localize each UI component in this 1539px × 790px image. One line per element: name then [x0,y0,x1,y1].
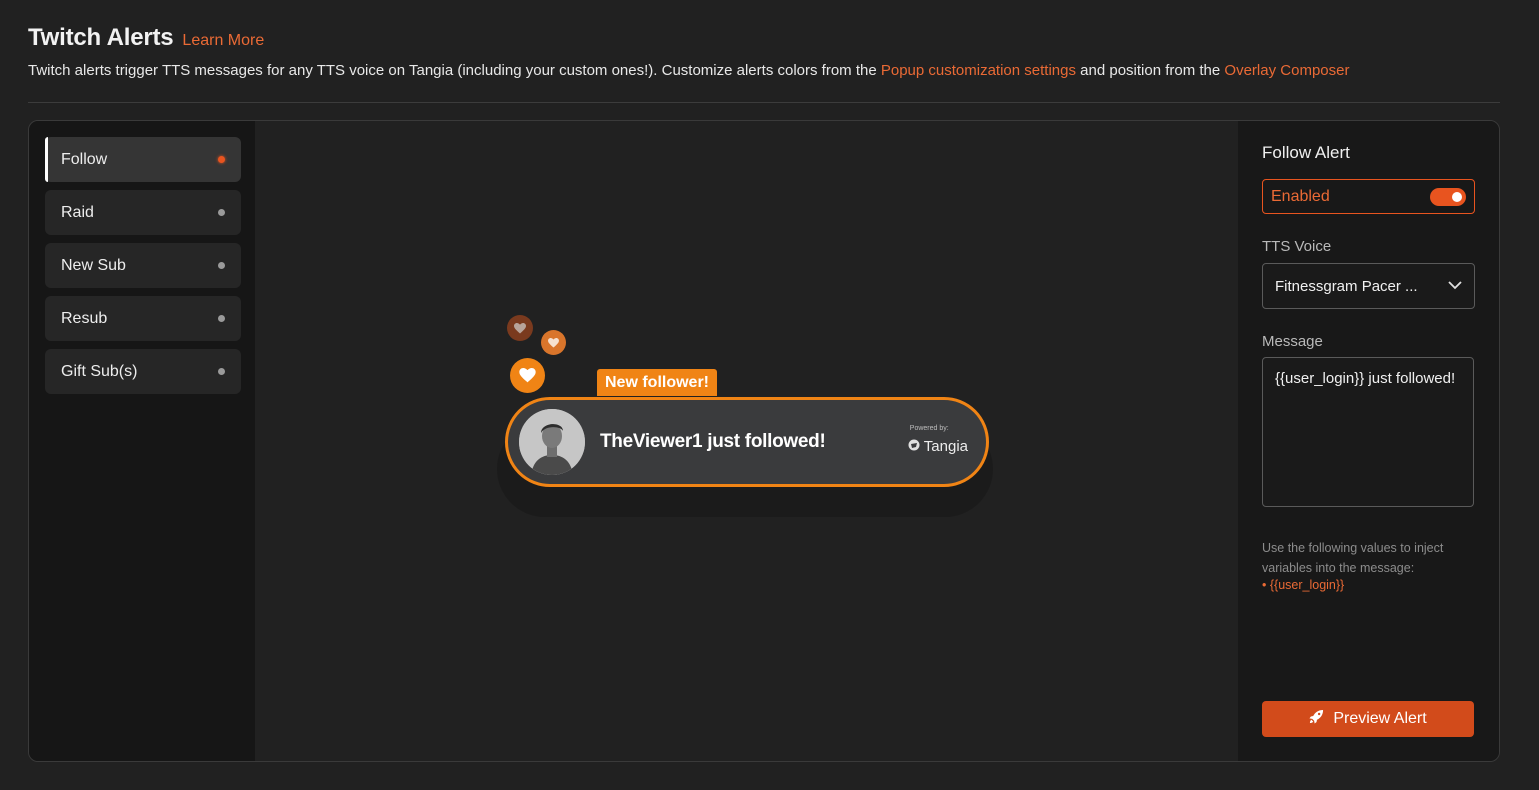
overlay-composer-link[interactable]: Overlay Composer [1224,62,1349,79]
sidebar-item-label: Follow [61,150,108,168]
enabled-toggle-row[interactable]: Enabled [1262,179,1475,214]
alert-settings-panel: Follow Alert Enabled TTS Voice Fitnessgr… [1238,121,1499,761]
tts-voice-select[interactable]: Fitnessgram Pacer ... [1262,263,1475,309]
status-dot-disabled [218,368,225,375]
avatar [519,409,585,475]
message-textarea[interactable]: {{user_login}} just followed! [1262,357,1474,507]
settings-title: Follow Alert [1262,143,1350,162]
sidebar-item-label: Resub [61,309,108,327]
sidebar-item-resub[interactable]: Resub [45,296,241,341]
heart-icon [510,358,545,393]
page-description: Twitch alerts trigger TTS messages for a… [28,62,1500,79]
page-header: Twitch Alerts Learn More Twitch alerts t… [28,24,1500,79]
alert-popup-preview: TheViewer1 just followed! Powered by: Ta… [505,397,989,487]
header-divider [28,102,1500,103]
message-label: Message [1262,333,1323,350]
alert-preview-stage: New follower! TheViewer1 just followed! … [255,121,1238,761]
sidebar-item-raid[interactable]: Raid [45,190,241,235]
powered-by: Powered by: Tangia [908,425,968,455]
brand-name: Tangia [923,438,968,455]
tts-voice-value: Fitnessgram Pacer ... [1275,277,1418,295]
page-title: Twitch Alerts [28,24,174,51]
powered-by-label: Powered by: [909,425,949,432]
enabled-label: Enabled [1271,187,1330,205]
popup-customization-link[interactable]: Popup customization settings [881,62,1076,79]
enabled-switch[interactable] [1430,187,1466,206]
status-dot-disabled [218,262,225,269]
variable-user-login: • {{user_login}} [1262,578,1345,592]
switch-knob [1452,191,1462,202]
rocket-icon [1309,709,1324,729]
status-dot-disabled [218,315,225,322]
new-follower-tag: New follower! [597,369,718,396]
tangia-logo-icon [908,438,920,455]
sidebar-item-label: Raid [61,203,94,221]
learn-more-link[interactable]: Learn More [182,32,264,50]
sidebar-item-gift-subs[interactable]: Gift Sub(s) [45,349,241,394]
tangia-brand: Tangia [908,438,968,455]
sidebar-item-label: New Sub [61,256,126,274]
preview-alert-button[interactable]: Preview Alert [1262,701,1474,737]
heart-icon [507,315,533,341]
tts-voice-label: TTS Voice [1262,238,1332,255]
alert-message: TheViewer1 just followed! [600,431,826,452]
chevron-down-icon [1448,277,1462,295]
alert-type-sidebar: Follow Raid New Sub Resub Gift Sub(s) [29,121,255,761]
sidebar-item-follow[interactable]: Follow [45,137,241,182]
preview-alert-label: Preview Alert [1333,710,1427,727]
status-dot-enabled [218,156,225,163]
alerts-panel: Follow Raid New Sub Resub Gift Sub(s) Ne… [28,120,1500,762]
variables-hint: Use the following values to inject varia… [1262,541,1444,575]
sidebar-item-label: Gift Sub(s) [61,362,138,380]
heart-icon [541,330,566,355]
description-text-1: Twitch alerts trigger TTS messages for a… [28,62,877,79]
status-dot-disabled [218,209,225,216]
sidebar-item-new-sub[interactable]: New Sub [45,243,241,288]
description-text-2: and position from the [1080,62,1221,79]
